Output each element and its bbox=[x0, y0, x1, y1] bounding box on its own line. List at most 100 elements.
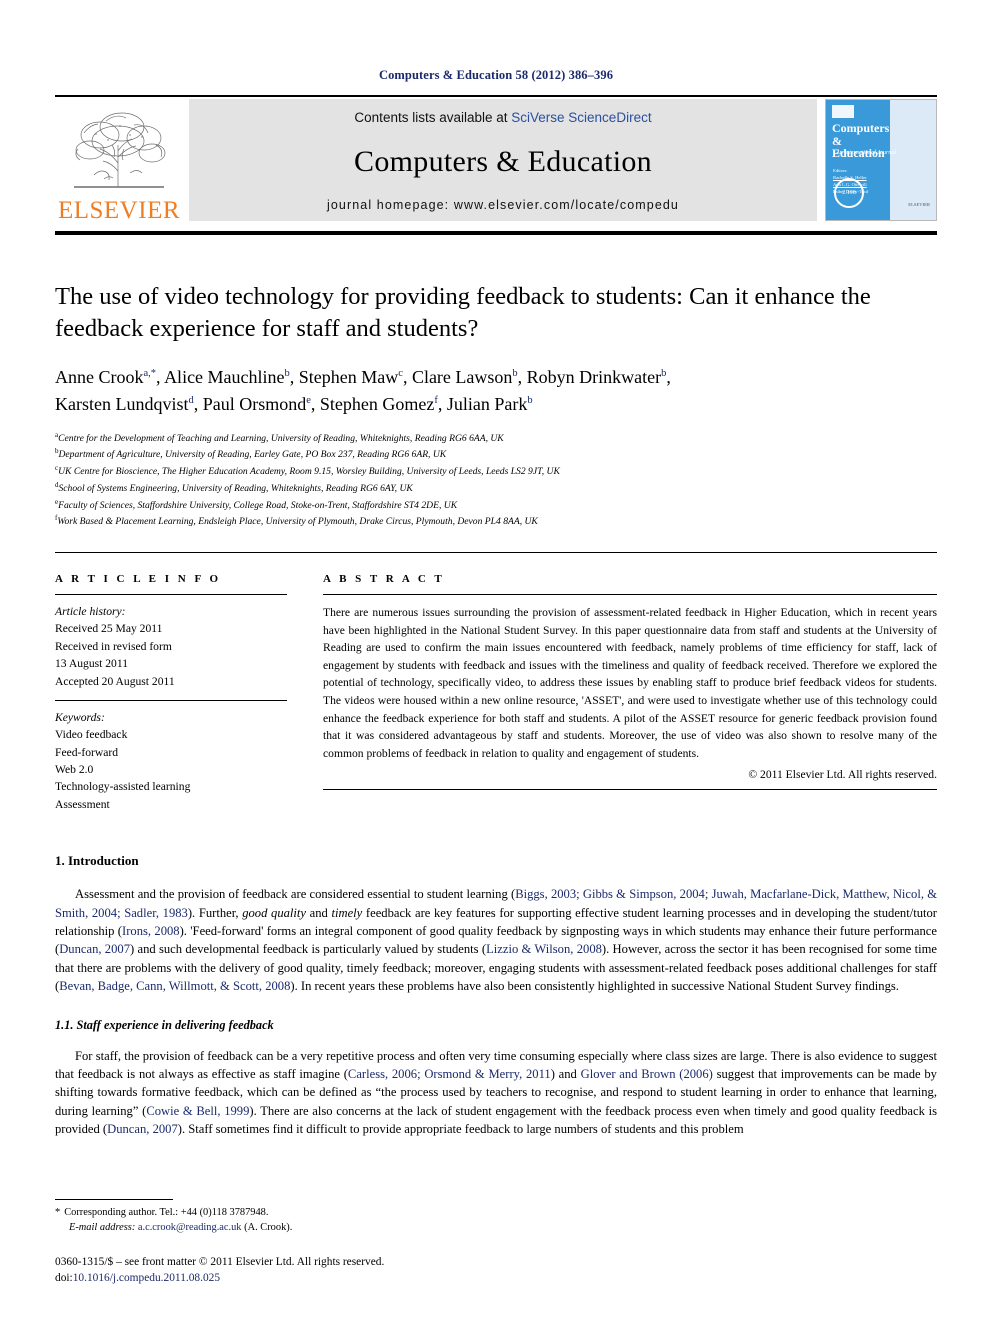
abstract-bottom-rule bbox=[323, 789, 937, 791]
author-name: Karsten Lundqvist bbox=[55, 393, 189, 414]
affiliation-item: eFaculty of Sciences, Staffordshire Univ… bbox=[55, 497, 937, 514]
running-head: Computers & Education 58 (2012) 386–396 bbox=[378, 68, 614, 82]
corresponding-author-text: Corresponding author. Tel.: +44 (0)118 3… bbox=[64, 1206, 269, 1218]
contents-prefix: Contents lists available at bbox=[354, 110, 512, 125]
author: Stephen Gomezf bbox=[320, 394, 438, 414]
cover-footer-logo: ELSEVIER bbox=[908, 201, 930, 207]
citation-link[interactable]: Duncan, 2007 bbox=[59, 942, 130, 956]
affiliation-item: fWork Based & Placement Learning, Endsle… bbox=[55, 513, 937, 530]
author-affil-mark: e bbox=[306, 394, 311, 406]
author: Robyn Drinkwaterb bbox=[527, 367, 667, 387]
affiliation-list: aCentre for the Development of Teaching … bbox=[55, 430, 937, 530]
keywords-label: Keywords: bbox=[55, 710, 105, 724]
issn-line: 0360-1315/$ – see front matter © 2011 El… bbox=[55, 1255, 385, 1268]
journal-homepage[interactable]: journal homepage: www.elsevier.com/locat… bbox=[327, 198, 679, 212]
journal-cover-thumbnail: Computers & Education An International J… bbox=[825, 99, 937, 221]
author-affil-mark: d bbox=[188, 394, 194, 406]
sciencedirect-link[interactable]: SciVerse ScienceDirect bbox=[511, 110, 651, 125]
cover-subtitle: An International Journal bbox=[836, 150, 896, 156]
text-run: Assessment and the provision of feedback… bbox=[75, 887, 516, 902]
cover-impact-badge: 2.190 bbox=[834, 178, 864, 208]
author: Karsten Lundqvistd bbox=[55, 394, 194, 414]
emphasis-text: good quality bbox=[242, 905, 307, 920]
affiliation-text: School of Systems Engineering, Universit… bbox=[58, 483, 413, 494]
author: Julian Parkb bbox=[447, 394, 533, 414]
paragraph-intro-1: Assessment and the provision of feedback… bbox=[55, 885, 937, 995]
journal-masthead: ELSEVIER Contents lists available at Sci… bbox=[55, 97, 937, 225]
asterisk-icon: * bbox=[55, 1206, 61, 1218]
doi-link[interactable]: 10.1016/j.compedu.2011.08.025 bbox=[73, 1272, 220, 1284]
keyword-item: Feed-forward bbox=[55, 745, 119, 759]
issn-copyright-block: 0360-1315/$ – see front matter © 2011 El… bbox=[55, 1254, 575, 1287]
footnote-region: * Corresponding author. Tel.: +44 (0)118 … bbox=[55, 1198, 575, 1287]
contents-available-line: Contents lists available at SciVerse Sci… bbox=[354, 110, 651, 125]
keyword-item: Video feedback bbox=[55, 728, 128, 742]
affiliation-item: bDepartment of Agriculture, University o… bbox=[55, 446, 937, 463]
author-name: Paul Orsmond bbox=[202, 393, 307, 414]
author-list: Anne Crooka,*, Alice Mauchlineb, Stephen… bbox=[55, 366, 671, 414]
citation-link[interactable]: Lizzio & Wilson, 2008 bbox=[486, 942, 602, 956]
masthead-rule bbox=[55, 231, 937, 235]
emphasis-text: timely bbox=[331, 905, 363, 920]
author-affil-mark: b bbox=[661, 367, 667, 379]
citation-link[interactable]: Glover and Brown (2006) bbox=[581, 1067, 713, 1081]
cover-elsevier-icon bbox=[832, 105, 854, 118]
affiliation-item: cUK Centre for Bioscience, The Higher Ed… bbox=[55, 463, 937, 480]
footnote-rule bbox=[55, 1198, 173, 1200]
email-note: E-mail address: a.c.crook@reading.ac.uk … bbox=[69, 1220, 575, 1236]
affiliation-item: dSchool of Systems Engineering, Universi… bbox=[55, 480, 937, 497]
author: Alice Mauchlineb bbox=[164, 367, 290, 387]
email-link[interactable]: a.c.crook@reading.ac.uk bbox=[138, 1222, 242, 1233]
title-block-rule bbox=[55, 551, 937, 553]
author-affil-mark: b bbox=[284, 367, 290, 379]
text-run: ). Further, bbox=[187, 905, 243, 920]
keyword-item: Assessment bbox=[55, 797, 110, 811]
corresponding-author-note: * Corresponding author. Tel.: +44 (0)118 … bbox=[55, 1205, 575, 1221]
affiliation-text: Department of Agriculture, University of… bbox=[58, 449, 447, 461]
abstract-copyright: © 2011 Elsevier Ltd. All rights reserved… bbox=[748, 768, 937, 782]
history-item: Accepted 20 August 2011 bbox=[55, 674, 175, 688]
citation-link[interactable]: Cowie & Bell, 1999 bbox=[146, 1104, 249, 1118]
article-info-column: A R T I C L E I N F O Article history: R… bbox=[55, 573, 287, 813]
history-item: Received 25 May 2011 bbox=[55, 622, 163, 636]
author-affil-mark: b bbox=[512, 367, 518, 379]
history-item: Received in revised form bbox=[55, 639, 172, 653]
paper-page: Computers & Education 58 (2012) 386–396 bbox=[0, 0, 992, 1323]
text-run: ) and bbox=[550, 1066, 581, 1081]
doi-label: doi: bbox=[55, 1272, 73, 1285]
author-affil-mark: c bbox=[398, 367, 403, 379]
citation-link[interactable]: Bevan, Badge, Cann, Willmott, & Scott, 2… bbox=[59, 979, 290, 993]
cover-title-line1: Computers bbox=[832, 121, 890, 135]
author-name: Anne Crook bbox=[55, 366, 144, 387]
author: Anne Crooka,* bbox=[55, 367, 156, 387]
citation-link[interactable]: Duncan, 2007 bbox=[107, 1122, 178, 1136]
info-abstract-region: A R T I C L E I N F O Article history: R… bbox=[55, 573, 937, 813]
affiliation-text: Work Based & Placement Learning, Endslei… bbox=[57, 516, 538, 528]
elsevier-tree-icon bbox=[74, 112, 166, 188]
elsevier-logo: ELSEVIER bbox=[55, 97, 183, 225]
affiliation-item: aCentre for the Development of Teaching … bbox=[55, 430, 937, 447]
affiliation-text: Centre for the Development of Teaching a… bbox=[58, 432, 504, 444]
elsevier-wordmark: ELSEVIER bbox=[57, 197, 181, 224]
history-item: 13 August 2011 bbox=[55, 657, 129, 671]
citation-link[interactable]: Irons, 2008 bbox=[122, 924, 180, 938]
article-history-label: Article history: bbox=[55, 604, 126, 618]
page-title: The use of video technology for providin… bbox=[55, 283, 871, 343]
abstract-text: There are numerous issues surrounding th… bbox=[323, 605, 937, 760]
affiliation-text: Faculty of Sciences, Staffordshire Unive… bbox=[58, 499, 458, 511]
email-suffix: (A. Crook). bbox=[244, 1222, 293, 1234]
author-name: Alice Mauchline bbox=[164, 366, 285, 387]
cover-editors-label: Editors: bbox=[833, 168, 848, 173]
article-history-group: Article history: Received 25 May 2011 Re… bbox=[55, 595, 287, 690]
author-affil-mark: b bbox=[527, 394, 533, 406]
abstract-heading: A B S T R A C T bbox=[323, 572, 445, 585]
author-name: Julian Park bbox=[446, 393, 528, 414]
section-heading-staff-experience: 1.1. Staff experience in delivering feed… bbox=[55, 1017, 274, 1032]
body-content: 1. Introduction Assessment and the provi… bbox=[55, 853, 937, 1138]
citation-link[interactable]: Carless, 2006; Orsmond & Merry, 2011 bbox=[348, 1067, 551, 1081]
keyword-item: Web 2.0 bbox=[55, 763, 94, 777]
doi-line: doi:10.1016/j.compedu.2011.08.025 bbox=[55, 1270, 575, 1287]
author: Stephen Mawc bbox=[299, 367, 403, 387]
author: Clare Lawsonb bbox=[412, 367, 518, 387]
author: Paul Orsmonde bbox=[203, 394, 311, 414]
